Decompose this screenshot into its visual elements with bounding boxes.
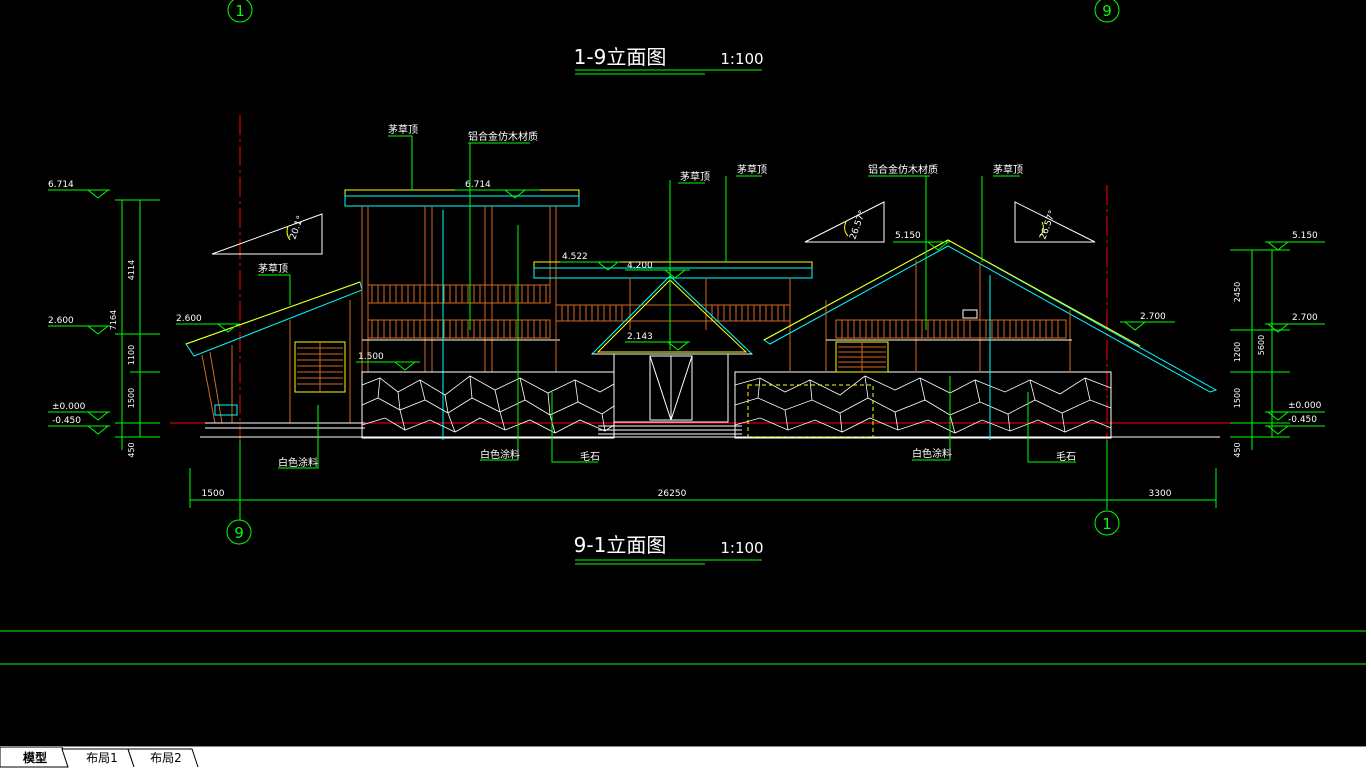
dim-text: 7164 [109,310,118,330]
axis-bubble-bottom-right: 1 [1094,510,1120,536]
dim-text: 5600 [1257,335,1266,355]
label-text: 白色涂料 [278,456,318,469]
elevation-text: ±0.000 [1288,401,1322,411]
elevation-text: 4.200 [627,261,653,271]
dim-text: 1100 [127,345,136,365]
drawing-canvas[interactable]: 1 9 1-9立面图 1:100 4114 7164 1100 1500 450… [0,0,1366,746]
label-text: 铝合金仿木材质 [468,130,538,143]
title-scale: 1:100 [720,539,763,557]
axis-label: 9 [234,524,244,542]
angle-text: 26.57° [1038,209,1058,241]
stone-base-right [734,371,1112,439]
left-wing [185,281,365,429]
dim-text: 1500 [1233,388,1242,408]
elevation-drawing: 1 9 1-9立面图 1:100 4114 7164 1100 1500 450… [0,0,1366,665]
dim-text: 1500 [202,489,225,499]
dim-text: 2450 [1233,282,1242,302]
axis-bubble-bottom-left: 9 [226,519,252,545]
elevation-text: -0.450 [52,416,81,426]
tab-layout2[interactable]: 布局2 [138,749,194,767]
elevation-text: 6.714 [48,180,74,190]
label-text: 毛石 [580,451,600,463]
axis-bubble-top-right: 9 [1094,0,1120,23]
elevation-text: 5.150 [1292,231,1318,241]
elevation-text: 2.600 [48,316,74,326]
material-labels: 茅草顶 铝合金仿木材质 茅草顶 茅草顶 铝合金仿木材质 茅草顶 茅草顶 白色涂料… [258,124,1076,469]
label-text: 铝合金仿木材质 [868,163,938,176]
tab-model[interactable]: 模型 [8,749,62,767]
axis-label: 9 [1102,2,1112,20]
title-top: 1-9立面图 1:100 [574,45,764,75]
elevation-text: 4.522 [562,252,588,262]
axis-label: 1 [1102,515,1112,533]
elevation-text: 5.150 [895,231,921,241]
angle-text: 20.1° [288,215,306,241]
elevation-text: 6.714 [465,180,491,190]
bottom-dimension: 1500 26250 3300 [189,468,1217,508]
elevation-text: 2.700 [1292,313,1318,323]
label-text: 茅草顶 [680,171,710,183]
layout-tab-bar: 模型 布局1 布局2 [0,746,1366,769]
left-pavilion [344,189,580,440]
angle-text: 26.57° [848,209,868,241]
axis-label: 1 [235,2,245,20]
label-text: 白色涂料 [480,448,520,461]
label-text: 茅草顶 [258,263,288,275]
axis-bubble-top-left: 1 [227,0,253,23]
title-text: 9-1立面图 [574,533,667,557]
tab-layout1[interactable]: 布局1 [74,749,130,767]
elevation-text: ±0.000 [52,402,86,412]
dim-text: 4114 [127,260,136,280]
elevation-text: -0.450 [1288,415,1317,425]
title-scale: 1:100 [720,50,763,68]
stone-base-left [361,371,615,439]
right-gable-building [763,239,1218,440]
elevation-text: 2.143 [627,332,653,342]
dim-text: 450 [127,442,136,457]
elevation-text: 2.700 [1140,312,1166,322]
elevation-markers-right: 5.150 2.700 ±0.000 -0.450 [1265,231,1325,435]
elevation-markers-left: 6.714 2.600 ±0.000 -0.450 [48,180,110,435]
dim-text: 3300 [1149,489,1172,499]
elevation-text: 1.500 [358,352,384,362]
label-text: 茅草顶 [737,164,767,176]
label-text: 茅草顶 [993,164,1023,176]
title-bottom: 9-1立面图 1:100 [574,533,764,565]
left-dimension-chain: 4114 7164 1100 1500 450 [109,199,160,458]
label-text: 白色涂料 [912,447,952,460]
title-text: 1-9立面图 [574,45,667,69]
slope-triangle-2: 26.57° [804,201,885,243]
dim-text: 26250 [658,489,687,499]
dim-text: 1500 [127,388,136,408]
slope-triangle-3: 26.57° [1014,201,1096,243]
label-text: 毛石 [1056,451,1076,463]
dim-text: 450 [1233,442,1242,457]
slope-triangle-1: 20.1° [211,213,323,255]
elevation-text: 2.600 [176,314,202,324]
label-text: 茅草顶 [388,124,418,136]
dim-text: 1200 [1233,342,1242,362]
